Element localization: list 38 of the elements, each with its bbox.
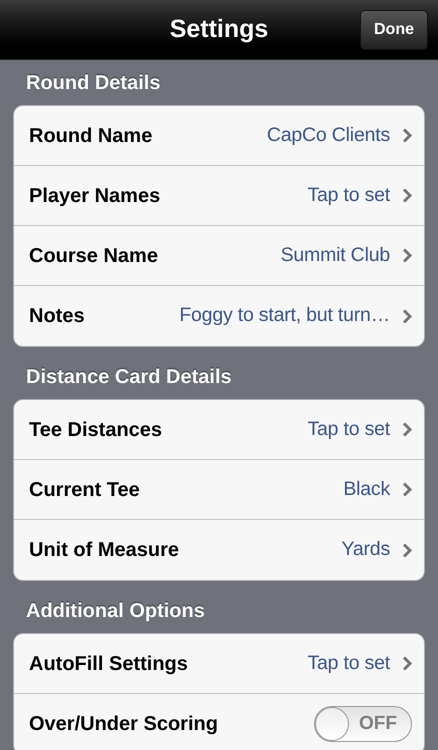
- row-label: Unit of Measure: [29, 538, 180, 563]
- row-label: Round Name: [29, 124, 152, 148]
- row-value: Black: [343, 476, 390, 502]
- row-label: Notes: [29, 304, 85, 329]
- chevron-icon: [402, 308, 412, 324]
- settings-row[interactable]: Notes Foggy to start, but turn…: [14, 286, 424, 346]
- row-label: Tee Distances: [29, 418, 162, 442]
- chevron-icon: [402, 656, 412, 671]
- done-button[interactable]: Done: [360, 10, 428, 50]
- row-label: Course Name: [29, 244, 158, 268]
- row-label: Over/Under Scoring: [29, 712, 218, 737]
- row-label: AutoFill Settings: [29, 652, 188, 676]
- row-label: Player Names: [29, 184, 160, 208]
- chevron-icon: [402, 422, 412, 437]
- settings-row[interactable]: Course Name Summit Club: [14, 226, 424, 286]
- row-value: Tap to set: [307, 416, 390, 442]
- chevron-icon: [402, 128, 412, 143]
- settings-row[interactable]: AutoFill Settings Tap to set: [14, 634, 424, 694]
- row-value: Yards: [342, 537, 390, 562]
- row-value: Tap to set: [307, 182, 390, 208]
- chevron-icon: [402, 248, 412, 263]
- section-header: Additional Options: [26, 598, 205, 624]
- row-value: Tap to set: [307, 650, 390, 676]
- section-header: Distance Card Details: [26, 364, 232, 390]
- row-label: Current Tee: [29, 478, 140, 502]
- section-header: Round Details: [26, 70, 160, 96]
- settings-row[interactable]: Round Name CapCo Clients: [14, 106, 424, 166]
- row-value: Foggy to start, but turn…: [179, 303, 390, 328]
- chevron-icon: [402, 482, 412, 497]
- settings-row[interactable]: Current Tee Black: [14, 460, 424, 520]
- chevron-icon: [402, 188, 412, 203]
- settings-row[interactable]: Player Names Tap to set: [14, 166, 424, 226]
- settings-row[interactable]: Tee Distances Tap to set: [14, 400, 424, 460]
- settings-row[interactable]: Unit of Measure Yards: [14, 520, 424, 580]
- row-value: CapCo Clients: [266, 122, 390, 148]
- window-title: Settings: [170, 14, 268, 45]
- row-value: Summit Club: [280, 242, 390, 268]
- chevron-icon: [402, 542, 412, 558]
